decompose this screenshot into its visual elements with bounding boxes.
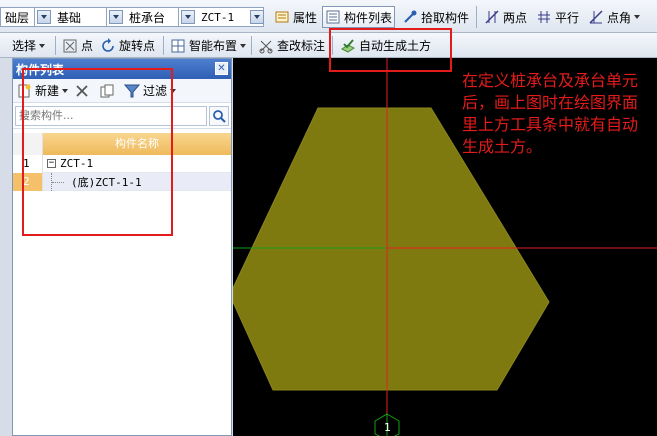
- point-angle-button[interactable]: 点角: [586, 6, 642, 28]
- pick-component-label: 拾取构件: [421, 10, 470, 25]
- toolbar-divider: [251, 36, 252, 55]
- scissors-icon: [258, 38, 274, 54]
- pick-component-button[interactable]: 拾取构件: [400, 6, 471, 28]
- drawing-canvas[interactable]: 1 在定义桩承台及承台单元后，画上图时在绘图界面里上方工具条中就有自动生成土方。: [233, 58, 657, 436]
- delete-button[interactable]: [74, 83, 93, 99]
- chevron-down-icon[interactable]: [39, 43, 46, 48]
- search-button[interactable]: [209, 105, 229, 126]
- table-row[interactable]: 2 (底)ZCT-1-1: [13, 172, 231, 191]
- select-label: 选择: [12, 39, 37, 53]
- toolbar-divider: [476, 6, 477, 28]
- component-list-panel: 构件列表 ✕ 新建 过滤 搜索构件... 构件名称 1 − ZCT-1 2 (底…: [12, 58, 232, 436]
- table-row[interactable]: 1 − ZCT-1: [13, 154, 231, 173]
- point-icon: [62, 38, 78, 54]
- two-point-icon: [484, 9, 500, 25]
- properties-label: 属性: [293, 10, 318, 25]
- auto-earthwork-button[interactable]: 自动生成土方: [340, 36, 431, 55]
- panel-toolbar: 新建 过滤: [13, 79, 231, 103]
- delete-icon: [74, 83, 90, 99]
- toolbar-divider: [163, 36, 164, 55]
- item-select-arrow[interactable]: [248, 7, 264, 27]
- tree-line: [51, 172, 71, 191]
- smart-place-label: 智能布置: [189, 39, 238, 53]
- panel-title-bar: 构件列表 ✕: [13, 59, 231, 79]
- row-number-header: [13, 133, 43, 155]
- properties-icon: [274, 9, 290, 25]
- new-button[interactable]: 新建: [16, 82, 69, 99]
- row-number: 1: [13, 154, 43, 173]
- rotate-point-button[interactable]: 旋转点: [100, 36, 155, 55]
- chevron-down-icon[interactable]: [62, 88, 69, 93]
- annotation-text: 在定义桩承台及承台单元后，画上图时在绘图界面里上方工具条中就有自动生成土方。: [462, 71, 639, 156]
- chevron-down-icon[interactable]: [240, 43, 247, 48]
- toolbar-divider: [332, 36, 333, 55]
- close-icon[interactable]: ✕: [215, 62, 228, 75]
- parallel-label: 平行: [555, 10, 580, 25]
- rotate-point-label: 旋转点: [119, 39, 156, 53]
- check-label-button[interactable]: 查改标注: [258, 36, 325, 55]
- two-point-button[interactable]: 两点: [482, 6, 529, 28]
- search-input[interactable]: [15, 105, 207, 126]
- row-number: 2: [13, 172, 43, 191]
- component-name: (底)ZCT-1-1: [71, 175, 142, 189]
- chevron-down-icon[interactable]: [181, 10, 195, 24]
- two-point-label: 两点: [503, 10, 528, 25]
- chevron-down-icon[interactable]: [37, 10, 51, 24]
- filter-label: 过滤: [143, 84, 168, 98]
- check-label-label: 查改标注: [277, 39, 326, 53]
- search-icon: [211, 108, 227, 124]
- copy-button[interactable]: [99, 83, 118, 99]
- smart-place-button[interactable]: 智能布置: [170, 36, 247, 55]
- point-label: 点: [81, 39, 94, 53]
- component-list-label: 构件列表: [344, 10, 393, 25]
- new-file-icon: [16, 83, 32, 99]
- point-angle-label: 点角: [607, 10, 632, 25]
- point-angle-icon: [588, 9, 604, 25]
- grid-icon: [170, 38, 186, 54]
- chevron-down-icon[interactable]: [170, 88, 177, 93]
- parallel-button[interactable]: 平行: [534, 6, 581, 28]
- main-toolbar: 础层 基础 桩承台 ZCT-1 属性 构件列表 拾取构件 两点 平行 点角: [0, 0, 657, 33]
- toolbar-divider: [55, 36, 56, 55]
- column-header-name[interactable]: 构件名称: [43, 133, 231, 155]
- rotate-icon: [100, 37, 116, 54]
- component-name: ZCT-1: [60, 157, 94, 170]
- point-button[interactable]: 点: [62, 36, 93, 55]
- auto-earthwork-label: 自动生成土方: [359, 39, 432, 53]
- component-list-button[interactable]: 构件列表: [322, 6, 396, 28]
- parallel-icon: [536, 9, 552, 25]
- select-button[interactable]: 选择: [12, 36, 46, 55]
- filter-icon: [123, 83, 141, 99]
- collapse-icon[interactable]: −: [47, 159, 56, 168]
- eyedropper-icon: [402, 9, 418, 25]
- copy-icon: [99, 83, 115, 99]
- axis-label: 1: [384, 421, 391, 434]
- type-select[interactable]: 桩承台: [106, 7, 188, 27]
- list-icon: [325, 9, 341, 25]
- chevron-down-icon[interactable]: [250, 10, 264, 24]
- search-row: [13, 103, 231, 129]
- filter-button[interactable]: 过滤: [123, 82, 177, 99]
- checkmark-icon: [340, 38, 356, 54]
- new-label: 新建: [35, 84, 60, 98]
- chevron-down-icon[interactable]: [634, 15, 641, 19]
- drawing-toolbar: 选择 点 旋转点 智能布置 查改标注 自动生成土方: [0, 33, 657, 58]
- grid-header: 构件名称: [13, 133, 231, 155]
- chevron-down-icon[interactable]: [109, 10, 123, 24]
- properties-button[interactable]: 属性: [272, 6, 319, 28]
- panel-title: 构件列表: [16, 62, 65, 77]
